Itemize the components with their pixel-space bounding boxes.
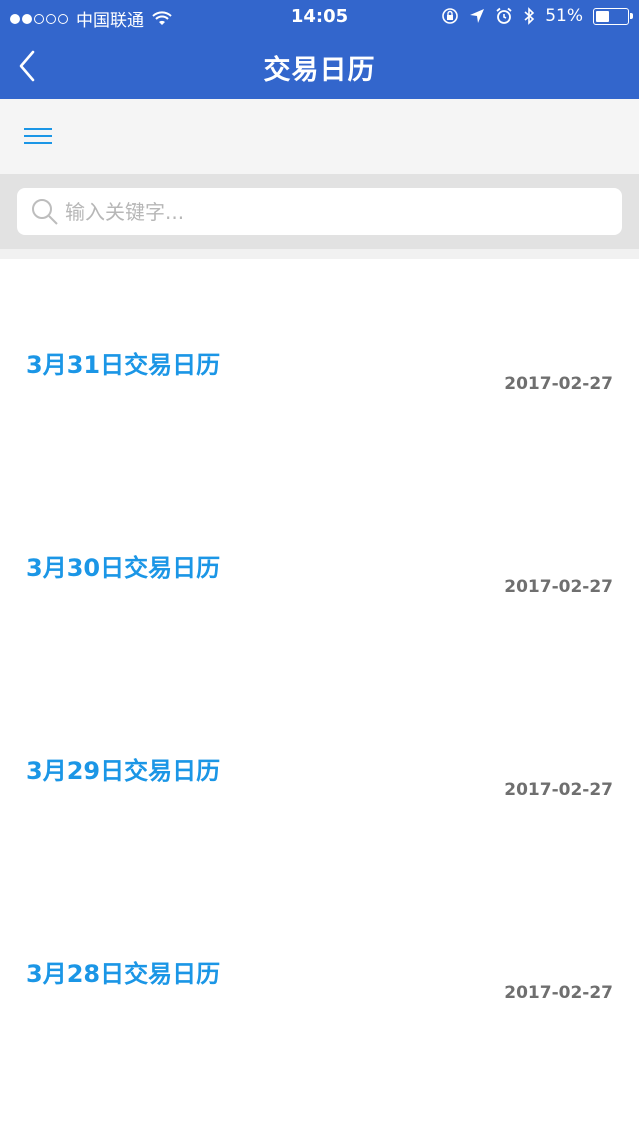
battery-level — [596, 10, 610, 22]
bluetooth-icon — [524, 7, 535, 25]
list-divider — [0, 249, 639, 259]
item-date: 2017-02-27 — [504, 983, 613, 1003]
search-box[interactable] — [17, 188, 622, 235]
item-date: 2017-02-27 — [504, 577, 613, 597]
menu-button[interactable] — [23, 123, 53, 149]
location-icon — [470, 9, 485, 23]
battery-percent: 51% — [545, 6, 583, 26]
item-date: 2017-02-27 — [504, 374, 613, 394]
hamburger-menu-icon — [24, 128, 52, 144]
app-header: 中国联通 14:05 51% 交易日历 — [0, 0, 639, 99]
status-bar-right: 51% — [441, 6, 633, 26]
search-bar — [0, 174, 639, 249]
status-bar: 中国联通 14:05 51% — [0, 0, 639, 34]
calendar-list: 3月31日交易日历 2017-02-27 3月30日交易日历 2017-02-2… — [0, 259, 639, 1071]
list-item[interactable]: 3月29日交易日历 2017-02-27 — [0, 665, 639, 868]
battery-icon — [593, 7, 633, 25]
list-item[interactable]: 3月30日交易日历 2017-02-27 — [0, 462, 639, 665]
search-input[interactable] — [65, 194, 605, 229]
navigation-bar: 交易日历 — [0, 34, 639, 99]
item-date: 2017-02-27 — [504, 780, 613, 800]
page-title: 交易日历 — [263, 55, 376, 86]
lock-rotation-icon — [442, 8, 459, 24]
item-title[interactable]: 3月29日交易日历 — [26, 751, 220, 786]
item-title[interactable]: 3月30日交易日历 — [26, 548, 220, 583]
list-item[interactable]: 3月28日交易日历 2017-02-27 — [0, 868, 639, 1071]
toolbar — [0, 99, 639, 174]
item-title[interactable]: 3月28日交易日历 — [26, 954, 220, 989]
search-icon — [32, 199, 58, 225]
alarm-icon — [496, 7, 512, 24]
item-title[interactable]: 3月31日交易日历 — [26, 345, 220, 380]
list-item[interactable]: 3月31日交易日历 2017-02-27 — [0, 259, 639, 462]
